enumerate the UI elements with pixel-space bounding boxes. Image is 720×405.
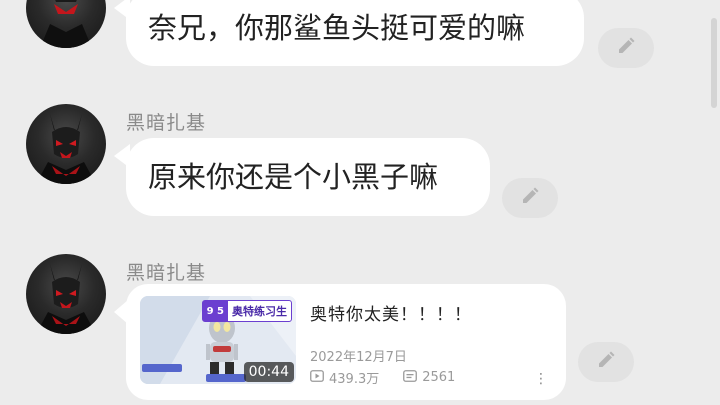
thumbnail-tag-number: 9 5 bbox=[202, 301, 228, 321]
view-count: 439.3万 bbox=[310, 368, 379, 387]
chat-view: 奈兄，你那鲨鱼头挺可爱的嘛 黑暗扎基 原来你还是个小黑子嘛 黑暗扎基 9 5 奥… bbox=[0, 0, 720, 405]
pencil-icon bbox=[596, 350, 616, 374]
thumbnail-tag-text: 奥特练习生 bbox=[232, 305, 287, 318]
thumbnail-channel-tag: 9 5 奥特练习生 bbox=[201, 300, 292, 322]
edit-button[interactable] bbox=[578, 342, 634, 382]
view-count-value: 439.3万 bbox=[329, 372, 380, 387]
message-text: 原来你还是个小黑子嘛 bbox=[148, 159, 439, 194]
video-title: 奥特你太美！！！！ bbox=[310, 305, 472, 325]
video-thumbnail[interactable]: 9 5 奥特练习生 00:44 bbox=[140, 296, 296, 384]
avatar[interactable] bbox=[26, 254, 106, 334]
video-stats: 439.3万 2561 bbox=[310, 368, 560, 387]
video-duration: 00:44 bbox=[243, 362, 294, 382]
more-dots-icon[interactable]: ⋮ bbox=[534, 372, 548, 386]
bubble-tail bbox=[114, 300, 128, 324]
scrollbar[interactable] bbox=[711, 18, 717, 108]
pencil-icon bbox=[616, 36, 636, 60]
comment-icon bbox=[403, 369, 422, 386]
message-bubble[interactable]: 原来你还是个小黑子嘛 bbox=[114, 138, 490, 216]
edit-button[interactable] bbox=[598, 28, 654, 68]
message-bubble[interactable]: 奈兄，你那鲨鱼头挺可爱的嘛 bbox=[114, 0, 584, 66]
edit-button[interactable] bbox=[502, 178, 558, 218]
sender-name: 黑暗扎基 bbox=[126, 112, 207, 134]
play-icon bbox=[310, 369, 329, 386]
comment-count-value: 2561 bbox=[422, 370, 456, 385]
message-text: 奈兄，你那鲨鱼头挺可爱的嘛 bbox=[148, 10, 526, 45]
video-share-card[interactable]: 9 5 奥特练习生 00:44 奥特你太美！！！！ 2022年12月7日 439… bbox=[126, 284, 566, 400]
video-date: 2022年12月7日 bbox=[310, 350, 407, 365]
avatar[interactable] bbox=[26, 0, 106, 48]
avatar[interactable] bbox=[26, 104, 106, 184]
sender-name: 黑暗扎基 bbox=[126, 262, 207, 284]
comment-count: 2561 bbox=[403, 369, 456, 386]
pencil-icon bbox=[520, 186, 540, 210]
